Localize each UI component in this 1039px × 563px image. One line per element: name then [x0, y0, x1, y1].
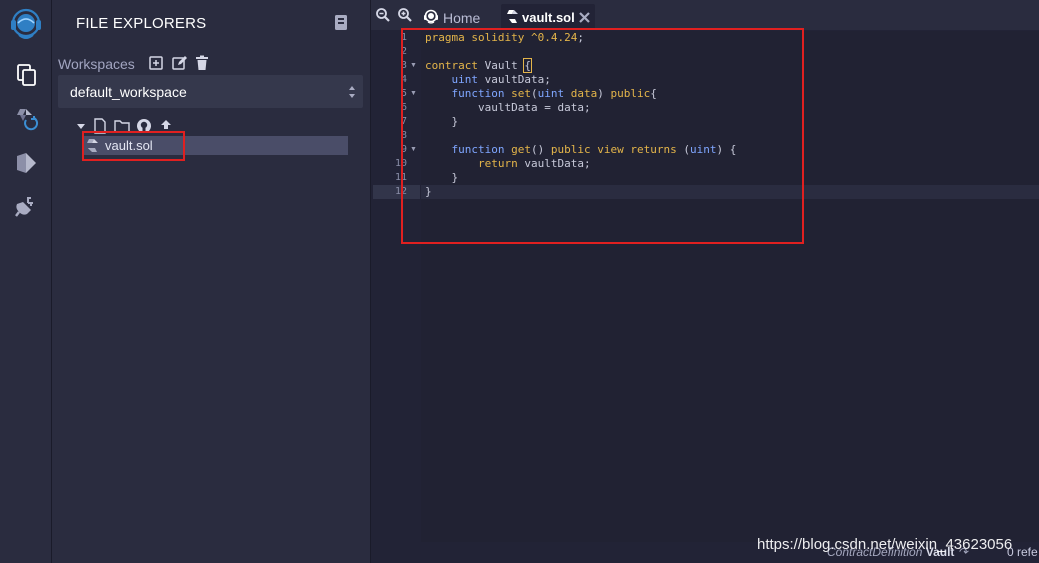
code-line: function set(uint data) public{	[451, 87, 657, 100]
new-folder-icon[interactable]	[114, 118, 130, 134]
line-number-gutter: 1 2 3 4 5 6 7 8 9 10 11 12 ▼ ▼ ▼	[373, 31, 420, 542]
code-area[interactable]: pragma solidity ^0.4.24; contract Vault …	[421, 31, 1039, 542]
code-editor[interactable]: 1 2 3 4 5 6 7 8 9 10 11 12 ▼ ▼ ▼ pragma …	[373, 31, 1039, 542]
home-remix-icon	[423, 9, 439, 25]
line-number: 10	[394, 158, 407, 169]
definition-type: ContractDefinition	[827, 545, 923, 559]
definition-name: Vault	[925, 545, 955, 559]
line-number: 3	[400, 60, 407, 71]
line-number: 2	[400, 46, 407, 57]
file-item-vault-sol[interactable]: vault.sol	[83, 136, 348, 155]
line-number: 4	[400, 74, 407, 85]
line-number: 12	[394, 186, 407, 197]
caret-down-icon[interactable]	[76, 118, 86, 134]
file-explorer-icon[interactable]	[13, 62, 39, 88]
code-line: function get() public view returns (uint…	[451, 143, 737, 156]
zoom-out-icon[interactable]	[375, 7, 391, 23]
tab-vault-sol[interactable]: vault.sol	[501, 4, 595, 30]
deploy-icon[interactable]	[13, 150, 39, 176]
book-icon[interactable]	[333, 14, 349, 32]
code-line: vaultData = data;	[425, 101, 591, 114]
delete-workspace-icon[interactable]	[194, 55, 210, 71]
code-line: }	[425, 185, 432, 198]
code-line: pragma solidity ^0.4.24;	[425, 31, 584, 44]
editor-status-bar: ContractDefinition Vault ↷ 0 refe	[420, 542, 1039, 563]
references-count[interactable]: 0 refe	[1007, 545, 1038, 559]
solidity-compiler-icon[interactable]	[13, 106, 39, 132]
code-line: }	[425, 115, 459, 128]
select-arrows-icon	[348, 84, 356, 100]
file-explorer-panel: FILE EXPLORERS Workspaces default_worksp…	[52, 0, 371, 563]
edit-workspace-icon[interactable]	[171, 55, 187, 71]
fold-arrow-icon[interactable]: ▼	[410, 146, 417, 153]
github-icon[interactable]	[136, 118, 152, 134]
go-to-definition-icon[interactable]: ↷	[958, 545, 968, 559]
editor-tab-bar: Home vault.sol	[371, 0, 1039, 30]
tab-home[interactable]: Home	[419, 4, 499, 30]
new-file-icon[interactable]	[92, 118, 108, 134]
file-tree-actions	[76, 118, 174, 134]
solidity-file-icon	[506, 9, 522, 25]
line-number: 11	[394, 172, 407, 183]
zoom-in-icon[interactable]	[397, 7, 413, 23]
icon-rail	[0, 0, 52, 563]
workspace-actions	[148, 55, 210, 71]
line-number: 6	[400, 102, 407, 113]
tab-home-label: Home	[443, 10, 481, 26]
code-line: }	[425, 171, 459, 184]
line-number: 9	[400, 144, 407, 155]
code-line: contract Vault {	[425, 58, 532, 73]
upload-icon[interactable]	[158, 118, 174, 134]
remix-logo[interactable]	[5, 7, 47, 43]
fold-arrow-icon[interactable]: ▼	[410, 90, 417, 97]
line-number: 7	[400, 116, 407, 127]
fold-arrow-icon[interactable]: ▼	[410, 62, 417, 69]
add-workspace-icon[interactable]	[148, 55, 164, 71]
workspace-select-value: default_workspace	[70, 84, 187, 100]
code-line: uint vaultData;	[451, 73, 551, 86]
file-item-label: vault.sol	[105, 138, 153, 153]
code-line: return vaultData;	[477, 157, 591, 170]
panel-title: FILE EXPLORERS	[76, 15, 207, 32]
workspaces-label: Workspaces	[58, 56, 135, 72]
line-number: 1	[400, 32, 407, 43]
definition-status[interactable]: ContractDefinition Vault ↷	[827, 545, 968, 559]
current-line-highlight	[421, 185, 1039, 199]
solidity-file-icon	[86, 138, 100, 153]
plugin-manager-icon[interactable]	[13, 194, 39, 220]
tab-vault-sol-label: vault.sol	[522, 10, 575, 25]
line-number: 5	[400, 88, 407, 99]
line-number: 8	[400, 130, 407, 141]
workspace-select[interactable]: default_workspace	[58, 75, 363, 108]
close-icon[interactable]	[578, 11, 591, 24]
